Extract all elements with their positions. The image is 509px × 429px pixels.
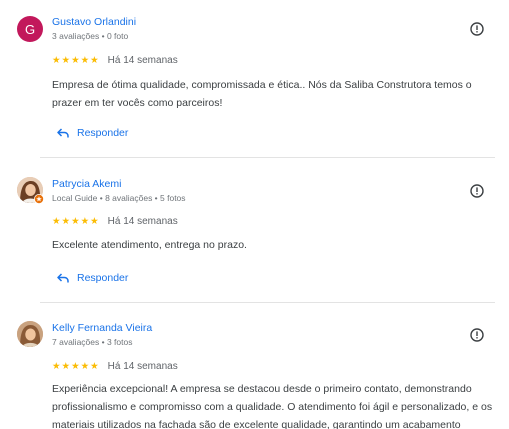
rating-row: ★ ★ ★ ★ ★ Há 14 semanas — [52, 55, 178, 66]
divider — [40, 302, 495, 303]
report-icon[interactable] — [470, 184, 484, 198]
star-icon: ★ — [71, 360, 80, 372]
star-icon: ★ — [80, 54, 90, 66]
local-guide-badge — [34, 194, 44, 204]
star-icon: ★ — [61, 360, 71, 372]
star-icon: ★ — [52, 360, 61, 372]
reply-label: Responder — [77, 127, 129, 139]
rating-row: ★ ★ ★ ★ ★ Há 14 semanas — [52, 216, 178, 227]
review-text: Excelente atendimento, entrega no prazo. — [52, 239, 247, 251]
report-icon[interactable] — [470, 328, 484, 342]
review-text: Experiência excepcional! A empresa se de… — [52, 383, 493, 429]
avatar-letter: G — [24, 21, 36, 37]
review-date: Há 14 semanas — [107, 55, 178, 66]
star-icon: ★ — [80, 215, 90, 227]
profile-photo — [17, 321, 43, 347]
star-icon: ★ — [52, 215, 61, 227]
reviewer-meta: 3 avaliações • 0 foto — [52, 31, 129, 41]
star-icon: ★ — [80, 360, 90, 372]
reviewer-meta: 7 avaliações • 3 fotos — [52, 337, 133, 347]
reviewer-name[interactable]: Patrycia Akemi — [52, 178, 121, 190]
reply-button[interactable]: Responder — [57, 127, 128, 139]
avatar[interactable]: G — [17, 16, 43, 42]
reviewer-meta: Local Guide • 8 avaliações • 5 fotos — [52, 193, 186, 203]
star-icon: ★ — [61, 215, 71, 227]
reviews-list: G Gustavo Orlandini 3 avaliações • 0 fot… — [0, 0, 509, 429]
star-icon: ★ — [61, 54, 71, 66]
rating-row: ★ ★ ★ ★ ★ Há 14 semanas — [52, 361, 178, 372]
reply-label: Responder — [77, 272, 129, 284]
review-date: Há 14 semanas — [107, 216, 178, 227]
review-date: Há 14 semanas — [107, 361, 178, 372]
star-icon: ★ — [90, 54, 99, 66]
star-icon: ★ — [71, 215, 80, 227]
star-icon: ★ — [90, 360, 99, 372]
reply-arrow-icon — [57, 273, 69, 283]
divider — [40, 157, 495, 158]
report-icon[interactable] — [470, 22, 484, 36]
reviewer-name[interactable]: Gustavo Orlandini — [52, 16, 136, 28]
review-text: Empresa de ótima qualidade, compromissad… — [52, 79, 472, 109]
star-rating: ★ ★ ★ ★ ★ — [52, 54, 99, 66]
star-icon: ★ — [90, 215, 99, 227]
star-rating: ★ ★ ★ ★ ★ — [52, 360, 99, 372]
star-rating: ★ ★ ★ ★ ★ — [52, 215, 99, 227]
star-icon: ★ — [71, 54, 80, 66]
star-icon: ★ — [52, 54, 61, 66]
avatar[interactable] — [17, 321, 43, 347]
reply-button[interactable]: Responder — [57, 272, 128, 284]
reviewer-name[interactable]: Kelly Fernanda Vieira — [52, 322, 152, 334]
reply-arrow-icon — [57, 128, 69, 138]
